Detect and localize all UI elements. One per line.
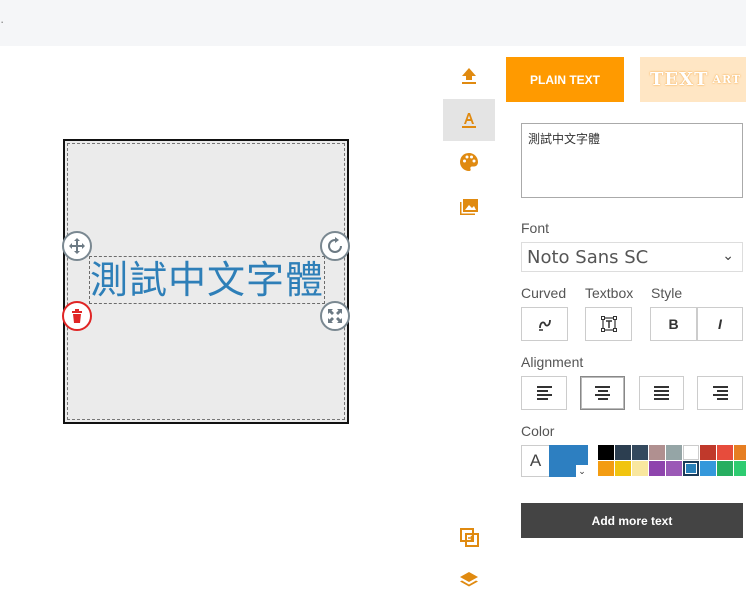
color-swatch[interactable] [598,445,614,460]
left-edge-icon: · [0,14,5,29]
color-swatch[interactable] [632,445,648,460]
rotate-icon [328,237,342,253]
text-object[interactable]: 測試中文字體 [89,256,325,304]
align-left-icon [536,386,552,400]
color-swatch[interactable] [598,461,614,476]
alignment-label: Alignment [521,354,584,370]
align-center-button[interactable] [580,376,625,410]
text-tool[interactable] [443,99,495,141]
color-swatch[interactable] [734,445,746,460]
tab-text-art-small: ART [712,73,742,86]
layers-tool[interactable] [443,559,495,601]
curved-label: Curved [521,285,567,301]
curved-button[interactable] [521,307,568,341]
align-justify-icon [654,386,669,400]
color-palette [598,445,746,477]
color-swatch[interactable] [666,445,682,460]
color-swatch[interactable] [734,461,746,476]
color-swatch[interactable] [717,445,733,460]
color-preview-letter: A [521,445,550,477]
move-handle[interactable] [62,231,92,261]
tab-text-art[interactable]: TEXT ART [640,57,746,102]
align-justify-button[interactable] [639,376,684,410]
color-swatch[interactable] [615,461,631,476]
font-select[interactable]: Noto Sans SC ⌄ [521,242,743,272]
textbox-button[interactable] [585,307,632,341]
text-object-content: 測試中文字體 [90,258,325,302]
resize-handle[interactable] [320,301,350,331]
text-input[interactable]: 測試中文字體 [521,123,743,198]
font-select-value: Noto Sans SC [527,246,649,268]
color-label: Color [521,423,555,439]
add-more-text-button[interactable]: Add more text [521,503,743,538]
font-label: Font [521,220,550,236]
selected-color-swatch[interactable]: ⌄ [549,445,588,477]
move-icon [69,238,85,254]
chevron-down-icon: ⌄ [576,465,588,477]
bold-button[interactable]: B [650,307,697,341]
tab-plain-text[interactable]: PLAIN TEXT [506,57,624,102]
color-swatch[interactable] [615,445,631,460]
color-swatch[interactable] [649,461,665,476]
color-swatch[interactable] [700,461,716,476]
side-toolbar [442,46,496,605]
resize-icon [328,309,342,323]
bold-icon: B [668,316,679,332]
upload-icon [462,68,476,84]
curved-text-icon [538,319,551,331]
color-swatch[interactable] [717,461,733,476]
images-icon [460,199,478,215]
text-icon [462,113,476,128]
duplicate-icon [460,528,479,547]
palette-icon [460,153,478,171]
textbox-icon [600,316,617,332]
italic-button[interactable]: I [697,307,743,341]
align-left-button[interactable] [521,376,567,410]
style-label: Style [651,285,683,301]
color-tool[interactable] [443,141,495,183]
align-center-icon [595,386,610,400]
textbox-label: Textbox [585,285,634,301]
color-swatch[interactable] [683,461,699,476]
delete-handle[interactable] [62,301,92,331]
rotate-handle[interactable] [320,231,350,261]
color-swatch[interactable] [700,445,716,460]
trash-icon [72,309,82,323]
images-tool[interactable] [443,186,495,228]
upload-tool[interactable] [443,55,495,97]
italic-icon: I [718,316,722,332]
duplicate-tool[interactable] [443,516,495,558]
color-swatch[interactable] [632,461,648,476]
chevron-down-icon: ⌄ [722,248,734,264]
color-swatch[interactable] [666,461,682,476]
text-panel: PLAIN TEXT TEXT ART 測試中文字體 Font Noto San… [496,46,746,605]
tab-text-art-main: TEXT [650,69,709,90]
align-right-icon [712,386,728,400]
top-bar: · [0,0,746,46]
color-swatch[interactable] [649,445,665,460]
align-right-button[interactable] [697,376,743,410]
layers-icon [460,572,478,587]
color-swatch[interactable] [683,445,699,460]
